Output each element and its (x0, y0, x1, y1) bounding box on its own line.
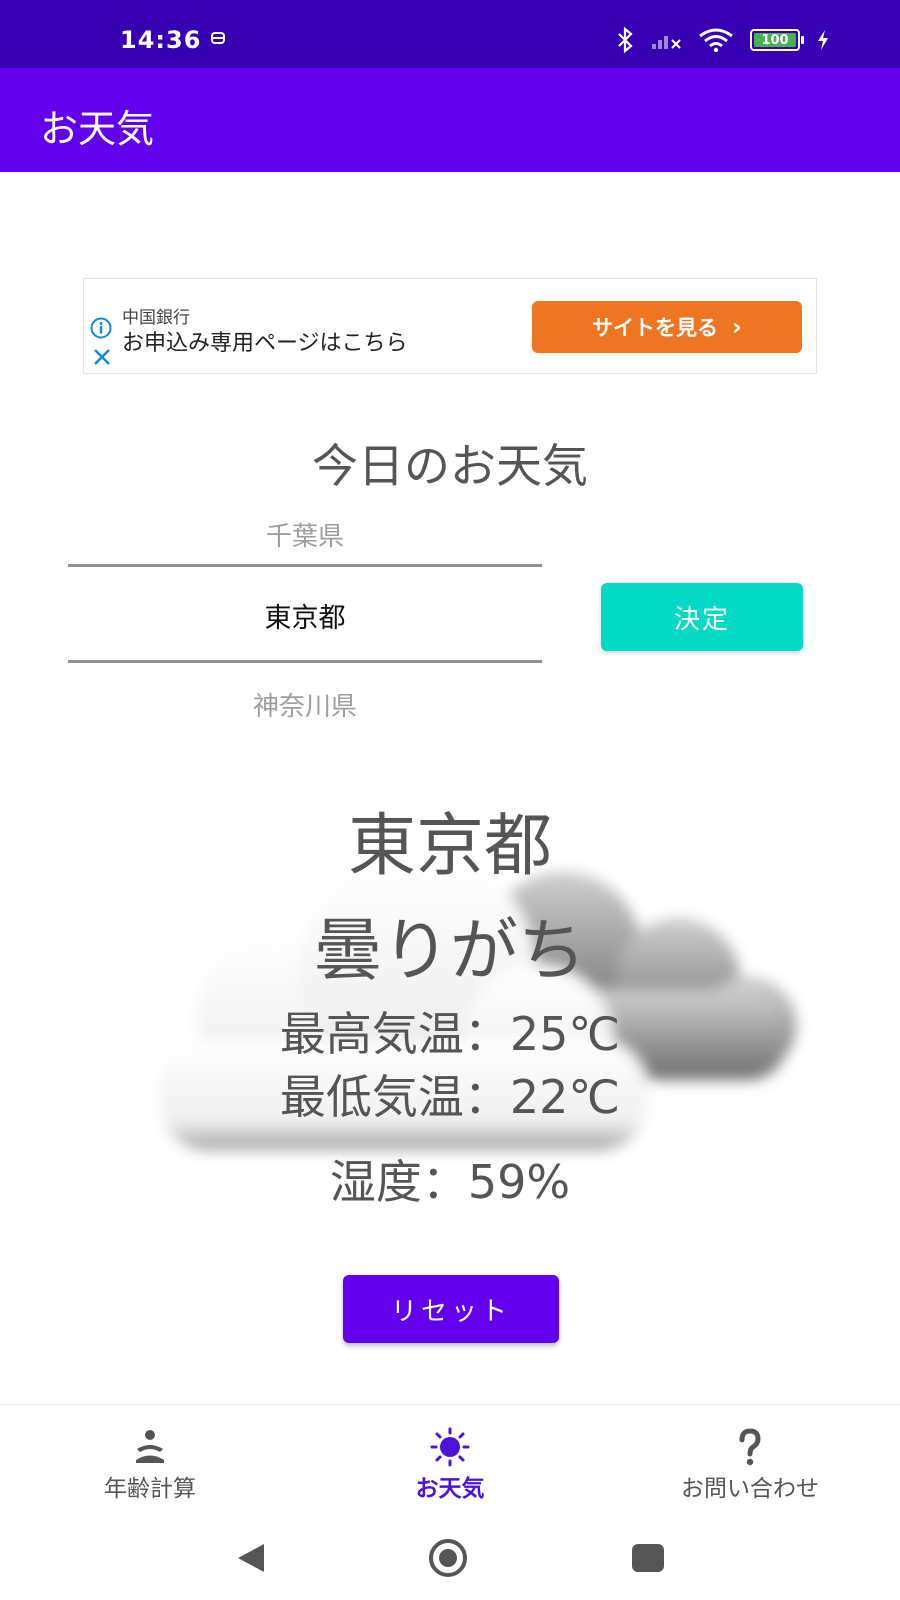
home-icon[interactable] (428, 1538, 468, 1578)
min-temperature: 最低気温：22℃ (279, 1070, 621, 1124)
charging-icon (818, 30, 828, 50)
bluetooth-icon (618, 27, 633, 53)
nav-label-contact: お問い合わせ (681, 1476, 819, 1502)
app-bar: お天気 (0, 68, 900, 172)
picker-selected-item[interactable]: 東京都 (68, 596, 542, 635)
weather-condition: 曇りがち (313, 912, 586, 991)
app-title: お天気 (40, 107, 155, 151)
ad-cta-button[interactable]: サイトを見る › (532, 301, 802, 353)
decide-button[interactable]: 決定 (601, 583, 803, 651)
battery-level: 100 (761, 32, 789, 48)
ad-cta-label: サイトを見る (592, 316, 719, 340)
nav-item-contact[interactable]: お問い合わせ (600, 1405, 900, 1517)
weather-display: 東京都 曇りがち 最高気温：25℃ 最低気温：22℃ 湿度：59% (0, 770, 900, 1230)
chevron-right-icon: › (732, 313, 742, 341)
meditation-icon (136, 1430, 164, 1463)
system-navigation-bar (0, 1516, 900, 1600)
max-temperature: 最高気温：25℃ (279, 1007, 621, 1061)
question-icon (739, 1428, 761, 1466)
nav-label-age-calculator: 年齢計算 (104, 1476, 196, 1502)
sun-icon (430, 1427, 470, 1467)
back-icon[interactable] (232, 1538, 272, 1578)
notification-icon (211, 32, 225, 44)
ad-headline[interactable]: お申込み専用ページはこちら (122, 325, 408, 357)
info-icon[interactable] (90, 317, 112, 339)
signal-icon (652, 36, 681, 49)
picker-prev-item[interactable]: 千葉県 (68, 516, 542, 553)
nav-item-weather[interactable]: お天気 (300, 1405, 600, 1517)
wifi-icon (699, 28, 733, 52)
prefecture-picker[interactable]: 千葉県 東京都 神奈川県 (68, 500, 542, 726)
picker-divider-top (68, 564, 542, 567)
close-icon[interactable] (92, 347, 112, 367)
status-bar: 14:36 100 (0, 0, 900, 68)
picker-divider-bottom (68, 660, 542, 663)
section-title: 今日のお天気 (312, 439, 588, 493)
bottom-navigation: 年齢計算 お天気 お問い合わせ (0, 1404, 900, 1517)
city-name: 東京都 (347, 807, 552, 886)
picker-next-item[interactable]: 神奈川県 (68, 686, 542, 723)
nav-label-weather: お天気 (415, 1476, 485, 1502)
status-time: 14:36 (120, 26, 202, 54)
status-icons: 100 (616, 26, 830, 54)
ad-banner[interactable]: 中国銀行 お申込み専用ページはこちら サイトを見る › (83, 278, 817, 374)
nav-item-age-calculator[interactable]: 年齢計算 (0, 1405, 300, 1517)
recents-icon[interactable] (628, 1538, 668, 1578)
humidity: 湿度：59% (329, 1155, 571, 1209)
reset-button[interactable]: リセット (343, 1275, 559, 1343)
battery-icon: 100 (750, 29, 804, 51)
